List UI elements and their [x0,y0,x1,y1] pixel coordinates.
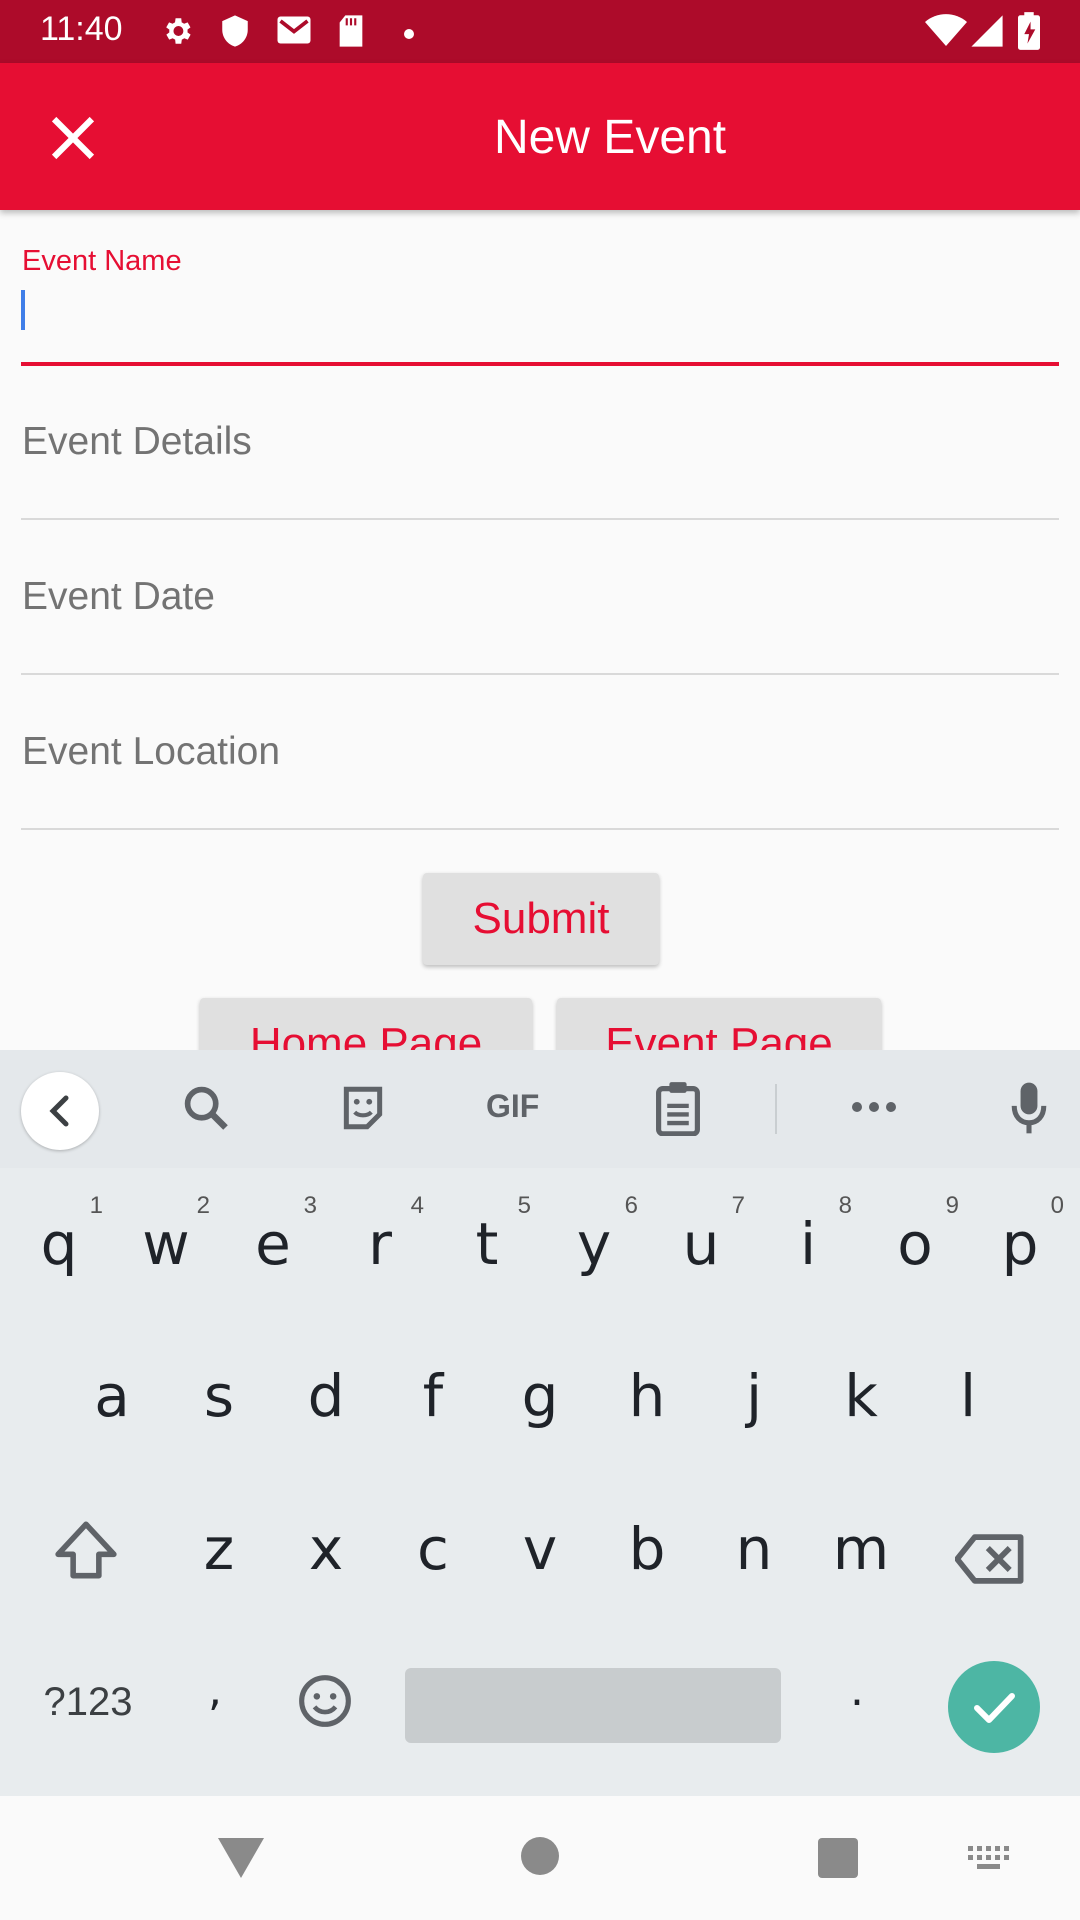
key-y[interactable]: y6 [554,1192,638,1278]
signal-icon [970,14,1004,53]
status-time: 11:40 [40,10,123,48]
key-t[interactable]: t5 [447,1192,531,1278]
back-nav-icon[interactable] [218,1838,264,1883]
key-h[interactable]: h [607,1362,687,1430]
key-y-hint: 6 [624,1192,638,1219]
gmail-icon [276,14,312,51]
gif-button[interactable]: GIF [486,1088,539,1144]
dot-icon [404,26,414,44]
event-location-underline [21,828,1059,830]
navigation-bar [0,1796,1080,1920]
key-g[interactable]: g [500,1362,580,1430]
text-cursor [21,290,25,330]
home-nav-icon[interactable] [520,1836,560,1881]
key-u-hint: 7 [731,1192,745,1219]
key-f[interactable]: f [393,1362,473,1430]
emoji-key[interactable] [290,1673,360,1743]
key-c[interactable]: c [393,1515,473,1583]
key-t-hint: 5 [517,1192,531,1219]
backspace-icon [954,1534,1024,1584]
symbols-key[interactable]: ?123 [28,1680,148,1725]
key-u-label: u [682,1210,720,1278]
key-p-hint: 0 [1050,1192,1064,1219]
emoji-icon [299,1675,351,1727]
key-s[interactable]: s [179,1362,259,1430]
space-key[interactable] [405,1668,781,1743]
gear-icon [160,14,194,53]
key-a[interactable]: a [72,1362,152,1430]
mic-icon[interactable] [1010,1080,1048,1136]
shift-key[interactable] [46,1520,126,1594]
key-e-hint: 3 [303,1192,317,1219]
key-i-label: i [799,1210,817,1278]
keyboard: GIF q1 w2 e3 r4 t5 y6 u7 i8 o9 p0 a s d … [0,1050,1080,1796]
battery-icon [1018,12,1040,55]
comma-key[interactable]: , [180,1665,250,1716]
key-q-hint: 1 [89,1192,103,1219]
shield-icon [220,14,250,53]
key-n[interactable]: n [714,1515,794,1583]
key-p[interactable]: p0 [980,1192,1064,1278]
key-w[interactable]: w2 [126,1192,210,1278]
event-details-underline [21,518,1059,520]
event-details-label: Event Details [22,420,252,463]
recents-nav-icon[interactable] [818,1838,858,1883]
keyboard-toolbar: GIF [0,1050,1080,1168]
app-bar: New Event [0,63,1080,210]
key-r-label: r [368,1210,392,1278]
event-date-underline [21,673,1059,675]
event-name-label: Event Name [22,245,182,277]
shift-icon [55,1521,117,1579]
toolbar-divider [775,1084,777,1134]
search-icon[interactable] [180,1080,232,1136]
key-x[interactable]: x [286,1515,366,1583]
status-bar: 11:40 [0,0,1080,63]
key-r-hint: 4 [410,1192,424,1219]
key-o-label: o [897,1210,933,1278]
key-r[interactable]: r4 [340,1192,424,1278]
clipboard-icon[interactable] [654,1080,702,1137]
page-title: New Event [493,111,727,164]
key-b[interactable]: b [607,1515,687,1583]
key-w-label: w [142,1210,190,1278]
back-icon[interactable] [21,1072,99,1150]
event-date-label: Event Date [22,575,215,618]
key-e-label: e [255,1210,291,1278]
key-i[interactable]: i8 [768,1192,852,1278]
key-d[interactable]: d [286,1362,366,1430]
key-q-label: q [40,1210,78,1278]
event-location-label: Event Location [22,730,281,773]
key-e[interactable]: e3 [233,1192,317,1278]
sd-card-icon [337,14,365,53]
sticker-icon[interactable] [338,1080,388,1136]
backspace-key[interactable] [950,1530,1030,1598]
key-z[interactable]: z [179,1515,259,1583]
key-l[interactable]: l [928,1362,1008,1430]
period-key[interactable]: . [822,1665,892,1716]
wifi-icon [925,14,967,53]
key-o[interactable]: o9 [875,1192,959,1278]
key-i-hint: 8 [838,1192,852,1219]
key-o-hint: 9 [945,1192,959,1219]
submit-button[interactable]: Submit [423,873,659,965]
key-t-label: t [475,1210,499,1278]
keyboard-switch-icon[interactable] [968,1846,1010,1877]
key-j[interactable]: j [714,1362,794,1430]
key-v[interactable]: v [500,1515,580,1583]
key-m[interactable]: m [821,1515,901,1583]
key-p-label: p [1001,1210,1039,1278]
enter-key[interactable] [948,1661,1040,1753]
more-icon[interactable] [850,1100,898,1156]
key-k[interactable]: k [821,1362,901,1430]
check-icon [974,1693,1015,1723]
event-name-underline [21,362,1059,366]
key-q[interactable]: q1 [19,1192,103,1278]
key-u[interactable]: u7 [661,1192,745,1278]
key-y-label: y [576,1210,612,1278]
key-w-hint: 2 [196,1192,210,1219]
